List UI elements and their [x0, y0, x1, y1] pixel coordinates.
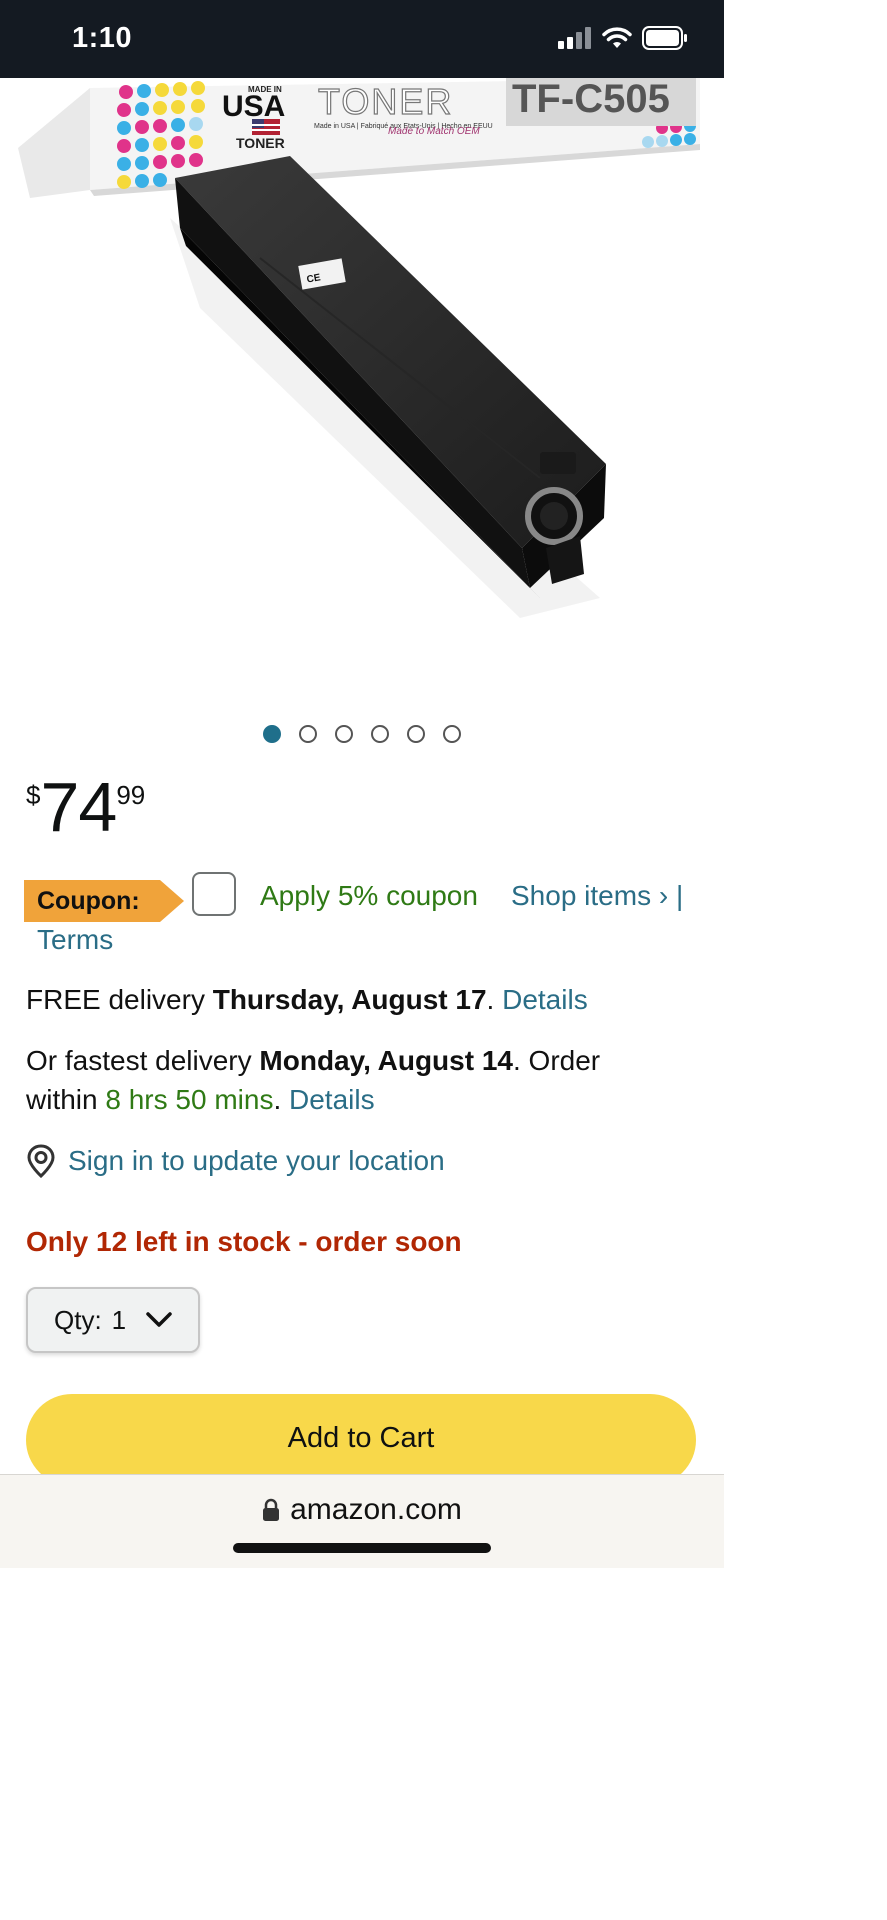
free-delivery-details-link[interactable]: Details [502, 984, 588, 1015]
quantity-label: Qty: [54, 1304, 102, 1335]
coupon-checkbox[interactable] [192, 872, 236, 916]
price-fraction: 99 [116, 780, 146, 810]
apply-coupon-text[interactable]: Apply 5% coupon [260, 880, 478, 912]
update-location-row[interactable]: Sign in to update your location [26, 1144, 445, 1178]
fastest-delivery-countdown: 8 hrs 50 mins [105, 1084, 274, 1115]
box-toner-text: TONER [318, 81, 453, 122]
coupon-badge-notch [160, 880, 184, 922]
stock-warning: Only 12 left in stock - order soon [26, 1226, 462, 1257]
status-icons [558, 26, 688, 50]
quantity-dropdown[interactable]: Qty: 1 [26, 1287, 200, 1353]
toner-box: MADE IN USA TONER TONER Made in USA | Fa… [18, 78, 700, 198]
free-delivery-line: FREE delivery Thursday, August 17. Detai… [26, 981, 588, 1019]
cellular-signal-icon [558, 27, 591, 49]
toner-cartridge: CE [175, 156, 606, 598]
coupon-terms-link[interactable]: Terms [37, 924, 113, 956]
browser-address-bar[interactable]: amazon.com [0, 1474, 724, 1568]
box-toner-small-text: TONER [236, 135, 285, 151]
coupon-badge: Coupon: [24, 880, 160, 922]
browser-url-text[interactable]: amazon.com [290, 1493, 462, 1527]
free-delivery-period: . [486, 984, 503, 1015]
price-currency-symbol: $ [26, 780, 41, 810]
image-carousel-dots[interactable] [0, 725, 724, 743]
home-indicator[interactable] [233, 1543, 491, 1553]
fastest-delivery-date: Monday, August 14 [259, 1045, 513, 1076]
quantity-value: 1 [111, 1304, 127, 1335]
status-bar: 1:10 [0, 0, 724, 78]
toner-product-illustration: MADE IN USA TONER TONER Made in USA | Fa… [18, 78, 700, 618]
fastest-delivery-prefix: Or fastest delivery [26, 1045, 260, 1076]
carousel-dot-1[interactable] [263, 725, 281, 743]
shop-items-link[interactable]: Shop items › | [511, 880, 683, 912]
fastest-delivery-order: . Order [512, 1045, 601, 1076]
coupon-row: Coupon: Apply 5% coupon Shop items › | [24, 872, 714, 922]
fastest-delivery-within: within [26, 1084, 106, 1115]
box-model-text: TF-C505 [512, 78, 670, 121]
carousel-dot-6[interactable] [443, 725, 461, 743]
carousel-dot-4[interactable] [371, 725, 389, 743]
status-time: 1:10 [72, 22, 133, 54]
fastest-delivery-details-link[interactable]: Details [289, 1084, 375, 1115]
product-image[interactable]: MADE IN USA TONER TONER Made in USA | Fa… [0, 78, 724, 690]
chevron-down-icon [146, 1312, 172, 1327]
free-delivery-prefix: FREE delivery [26, 984, 213, 1015]
box-match-text: Made to Match OEM [388, 126, 480, 137]
carousel-dot-3[interactable] [335, 725, 353, 743]
fastest-delivery-line-2: within 8 hrs 50 mins. Details [26, 1081, 375, 1119]
price-whole: 74 [40, 768, 117, 846]
lock-icon [263, 1498, 280, 1521]
fastest-delivery-period: . [273, 1084, 290, 1115]
free-delivery-date: Thursday, August 17 [212, 984, 487, 1015]
box-usa-text: USA [222, 90, 285, 123]
location-pin-icon [27, 1144, 55, 1178]
add-to-cart-button[interactable]: Add to Cart [26, 1394, 696, 1486]
price: $ 74 99 [26, 770, 145, 844]
fastest-delivery-line-1: Or fastest delivery Monday, August 14. O… [26, 1042, 600, 1080]
carousel-dot-5[interactable] [407, 725, 425, 743]
browser-url-row[interactable]: amazon.com [0, 1493, 724, 1527]
carousel-dot-2[interactable] [299, 725, 317, 743]
wifi-icon [602, 27, 632, 48]
update-location-link[interactable]: Sign in to update your location [68, 1145, 445, 1177]
battery-icon [642, 26, 687, 50]
